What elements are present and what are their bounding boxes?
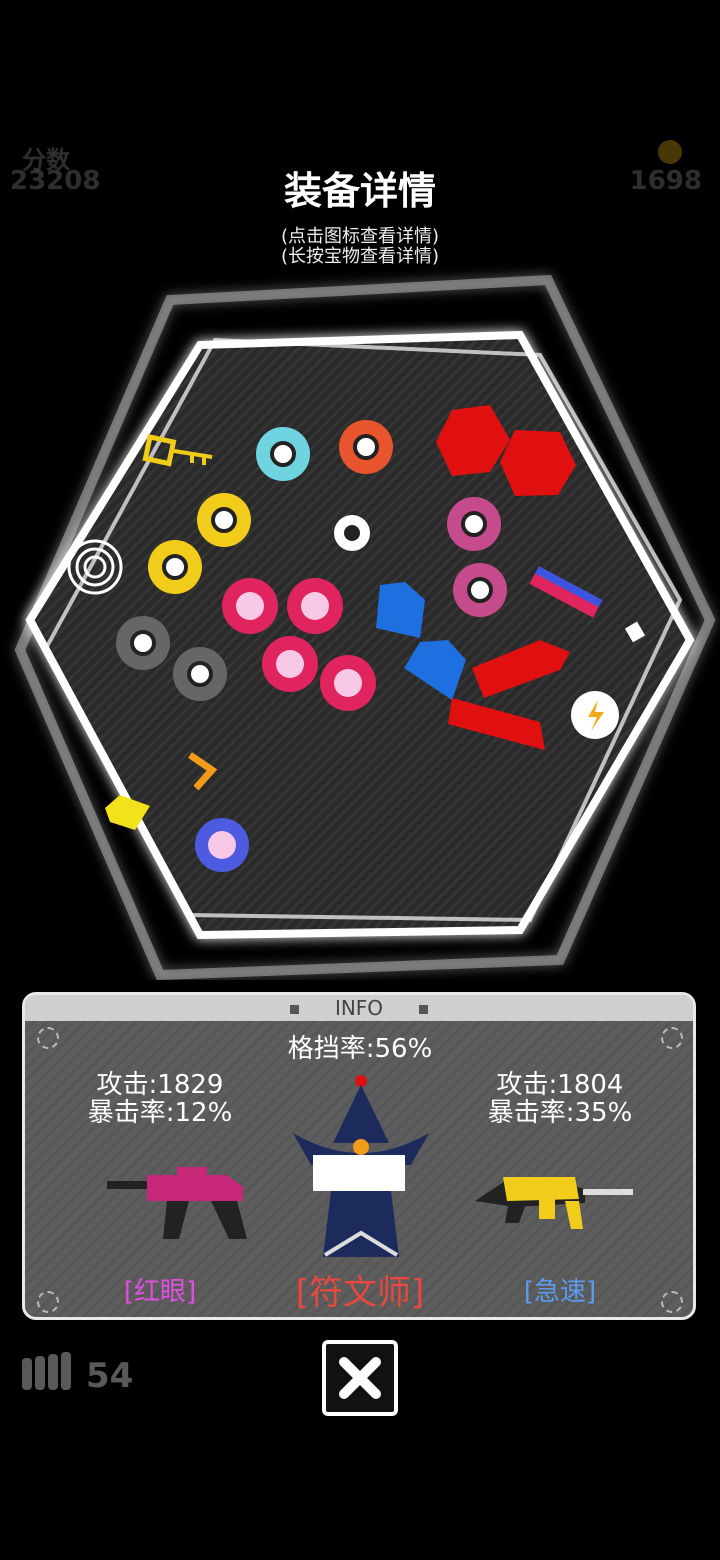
- equipment-board: [14, 274, 716, 980]
- left-attack: 攻击:1829: [96, 1070, 224, 1100]
- ammo-icon: [22, 1352, 71, 1390]
- page-title: 装备详情: [283, 169, 436, 213]
- left-weapon-name: [红眼]: [123, 1277, 197, 1307]
- info-panel: INFO 格挡率:56% 攻击:1829 暴击率:12% 攻击:1804 暴击率…: [22, 992, 696, 1320]
- bolt-icon: [37, 1291, 59, 1313]
- gear-teal-icon[interactable]: [256, 427, 310, 481]
- gear-blue-icon[interactable]: [195, 818, 249, 872]
- character-name: [符文师]: [295, 1273, 425, 1313]
- right-crit: 暴击率:35%: [487, 1098, 633, 1128]
- info-header: INFO: [25, 995, 693, 1021]
- lightning-icon[interactable]: [571, 691, 619, 739]
- bolt-icon: [37, 1027, 59, 1049]
- close-button[interactable]: [322, 1340, 398, 1416]
- ammo-count: 54: [86, 1356, 134, 1396]
- bolt-icon: [661, 1291, 683, 1313]
- right-weapon-name: [急速]: [523, 1277, 597, 1307]
- right-weapon-icon[interactable]: [475, 1171, 635, 1241]
- info-title: INFO: [334, 996, 384, 1020]
- right-attack: 攻击:1804: [496, 1070, 624, 1100]
- close-icon: [339, 1357, 381, 1399]
- gear-orange-icon[interactable]: [339, 420, 393, 474]
- ring-white-icon[interactable]: [334, 515, 370, 551]
- block-rate: 格挡率:56%: [287, 1034, 433, 1064]
- left-weapon-icon[interactable]: [107, 1167, 253, 1251]
- character-icon[interactable]: [291, 1073, 431, 1263]
- left-crit: 暴击率:12%: [87, 1098, 233, 1128]
- bolt-icon: [661, 1027, 683, 1049]
